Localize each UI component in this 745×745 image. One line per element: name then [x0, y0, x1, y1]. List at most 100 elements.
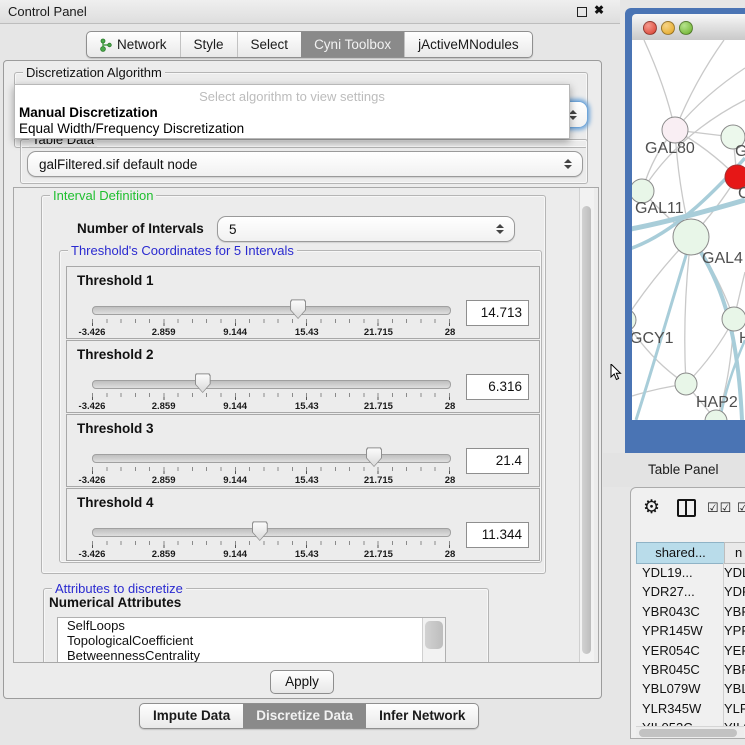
tab-infer-network[interactable]: Infer Network — [366, 704, 478, 728]
list-item[interactable]: TopologicalCoefficient — [58, 633, 445, 648]
table-horizontal-scrollbar-thumb[interactable] — [639, 729, 737, 737]
slider-thumb[interactable] — [290, 299, 306, 319]
cell-name[interactable]: YER0 — [724, 643, 745, 658]
slider-thumb[interactable] — [195, 373, 211, 393]
threshold-4-slider[interactable]: -3.426 2.859 9.144 15.43 21.715 28 — [92, 525, 449, 555]
tick-label: 15.43 — [295, 549, 319, 560]
slider-track[interactable] — [92, 454, 451, 463]
table-horizontal-scrollbar[interactable] — [636, 726, 744, 738]
tab-impute-data[interactable]: Impute Data — [140, 704, 243, 728]
dropdown-option-manual[interactable]: Manual Discretization — [19, 105, 158, 120]
table-row[interactable]: YBR045CYBR0 — [636, 660, 745, 679]
settings-scrollbar-thumb[interactable] — [582, 206, 591, 654]
table-panel-body: ⚙ ☑☑ ☑ shared... n YDL19...YDL1 YDR27...… — [630, 487, 745, 739]
threshold-2-panel: Threshold 2 -3.426 2.859 9.144 15.43 21.… — [66, 340, 540, 413]
cell-shared-name[interactable]: YLR345W — [636, 699, 724, 718]
cell-shared-name[interactable]: YIL052C — [636, 718, 724, 726]
cell-name[interactable]: YBR0 — [724, 662, 745, 677]
threshold-4-value-field[interactable]: 11.344 — [466, 522, 529, 548]
node-label-cut-c: C — [738, 185, 745, 202]
table-row[interactable]: YBL079WYBL0 — [636, 679, 745, 698]
table-row[interactable]: YDR27...YDR2 — [636, 582, 745, 601]
cell-shared-name[interactable]: YBR045C — [636, 660, 724, 679]
threshold-3-slider[interactable]: -3.426 2.859 9.144 15.43 21.715 28 — [92, 451, 449, 481]
tab-select[interactable]: Select — [237, 32, 302, 57]
table-row[interactable]: YLR345WYLR3 — [636, 699, 745, 718]
tab-network[interactable]: Network — [87, 32, 180, 57]
num-intervals-combo[interactable]: 5 — [217, 216, 515, 242]
threshold-2-value-field[interactable]: 6.316 — [466, 374, 529, 400]
slider-thumb[interactable] — [366, 447, 382, 467]
cell-name[interactable]: YLR3 — [724, 701, 745, 716]
threshold-2-slider[interactable]: -3.426 2.859 9.144 15.43 21.715 28 — [92, 377, 449, 407]
checkbox-icon-partial[interactable]: ☑ — [737, 500, 745, 516]
cell-name[interactable]: YDR2 — [724, 584, 745, 599]
list-scrollbar-thumb[interactable] — [425, 621, 443, 649]
cell-name[interactable]: YDL1 — [724, 565, 745, 580]
cell-shared-name[interactable]: YDL19... — [636, 563, 724, 582]
slider-track[interactable] — [92, 528, 451, 537]
bottom-tab-bar: Impute Data Discretize Data Infer Networ… — [139, 703, 479, 729]
cell-name[interactable]: YBL0 — [724, 681, 745, 696]
cell-shared-name[interactable]: YPR145W — [636, 621, 724, 640]
cell-name[interactable]: YPR1 — [724, 623, 745, 638]
threshold-3-value-field[interactable]: 21.4 — [466, 448, 529, 474]
tab-cyni-toolbox[interactable]: Cyni Toolbox — [301, 32, 404, 57]
tab-style[interactable]: Style — [180, 32, 237, 57]
list-scrollbar[interactable] — [422, 618, 445, 663]
cell-shared-name[interactable]: YBR043C — [636, 602, 724, 621]
dropdown-option-equal-width[interactable]: Equal Width/Frequency Discretization — [19, 121, 244, 136]
thresholds-group-title: Threshold's Coordinates for 5 Intervals — [68, 243, 297, 258]
tab-discretize-data[interactable]: Discretize Data — [243, 704, 366, 728]
threshold-3-panel: Threshold 3 -3.426 2.859 9.144 15.43 21.… — [66, 414, 540, 487]
threshold-1-value-field[interactable]: 14.713 — [466, 300, 529, 326]
thresholds-group: Threshold's Coordinates for 5 Intervals … — [59, 250, 542, 563]
columns-icon[interactable] — [677, 499, 696, 517]
node-gcy1[interactable] — [632, 309, 636, 331]
list-item[interactable]: BetweennessCentrality — [58, 648, 445, 663]
node-hap2[interactable] — [675, 373, 697, 395]
tick-label: 28 — [445, 549, 456, 560]
checkbox-icons[interactable]: ☑☑ — [707, 500, 732, 516]
tab-jactivemnodules[interactable]: jActiveMNodules — [404, 32, 532, 57]
table-row[interactable]: YER054CYER0 — [636, 641, 745, 660]
network-icon — [100, 38, 112, 52]
settings-scrollbar[interactable] — [579, 188, 594, 662]
cell-shared-name[interactable]: YBL079W — [636, 679, 724, 698]
close-traffic-light-icon[interactable] — [643, 21, 657, 35]
tick-label: 15.43 — [295, 327, 319, 338]
zoom-traffic-light-icon[interactable] — [679, 21, 693, 35]
cell-shared-name[interactable]: YDR27... — [636, 582, 724, 601]
column-header-shared-name[interactable]: shared... — [636, 542, 725, 564]
cell-shared-name[interactable]: YER054C — [636, 641, 724, 660]
slider-track[interactable] — [92, 306, 451, 315]
slider-track[interactable] — [92, 380, 451, 389]
node-right-mid[interactable] — [722, 307, 745, 331]
cell-name[interactable]: YBR0 — [724, 604, 745, 619]
numerical-attributes-list[interactable]: SelfLoops TopologicalCoefficient Between… — [57, 617, 446, 663]
threshold-3-label: Threshold 3 — [77, 421, 154, 436]
close-icon[interactable]: ✖ — [594, 3, 604, 17]
slider-thumb[interactable] — [252, 521, 268, 541]
node-label-hap2: HAP2 — [696, 394, 738, 411]
network-graph: GAL80 G GAL11 C GAL4 GCY1 H HAP2 — [632, 40, 745, 420]
apply-button[interactable]: Apply — [270, 670, 334, 694]
tick-label: 9.144 — [223, 401, 247, 412]
column-header-name[interactable]: n — [724, 542, 745, 564]
table-row[interactable]: YIL052CYIL0 — [636, 718, 745, 726]
table-rows[interactable]: YDL19...YDL1 YDR27...YDR2 YBR043CYBR0 YP… — [636, 563, 745, 726]
table-row[interactable]: YPR145WYPR1 — [636, 621, 745, 640]
threshold-4-label: Threshold 4 — [77, 495, 154, 510]
network-canvas[interactable]: GAL80 G GAL11 C GAL4 GCY1 H HAP2 — [632, 40, 745, 420]
num-intervals-value: 5 — [218, 222, 496, 237]
gear-icon[interactable]: ⚙ — [643, 496, 660, 519]
minimize-traffic-light-icon[interactable] — [661, 21, 675, 35]
table-data-combo[interactable]: galFiltered.sif default node — [27, 151, 583, 177]
table-row[interactable]: YDL19...YDL1 — [636, 563, 745, 582]
threshold-1-slider[interactable]: -3.426 2.859 9.144 15.43 21.715 28 — [92, 303, 449, 333]
float-window-icon[interactable] — [577, 7, 587, 17]
table-row[interactable]: YBR043CYBR0 — [636, 602, 745, 621]
tick-label: 2.859 — [152, 401, 176, 412]
table-data-combo-value: galFiltered.sif default node — [28, 157, 564, 172]
list-item[interactable]: SelfLoops — [58, 618, 445, 633]
